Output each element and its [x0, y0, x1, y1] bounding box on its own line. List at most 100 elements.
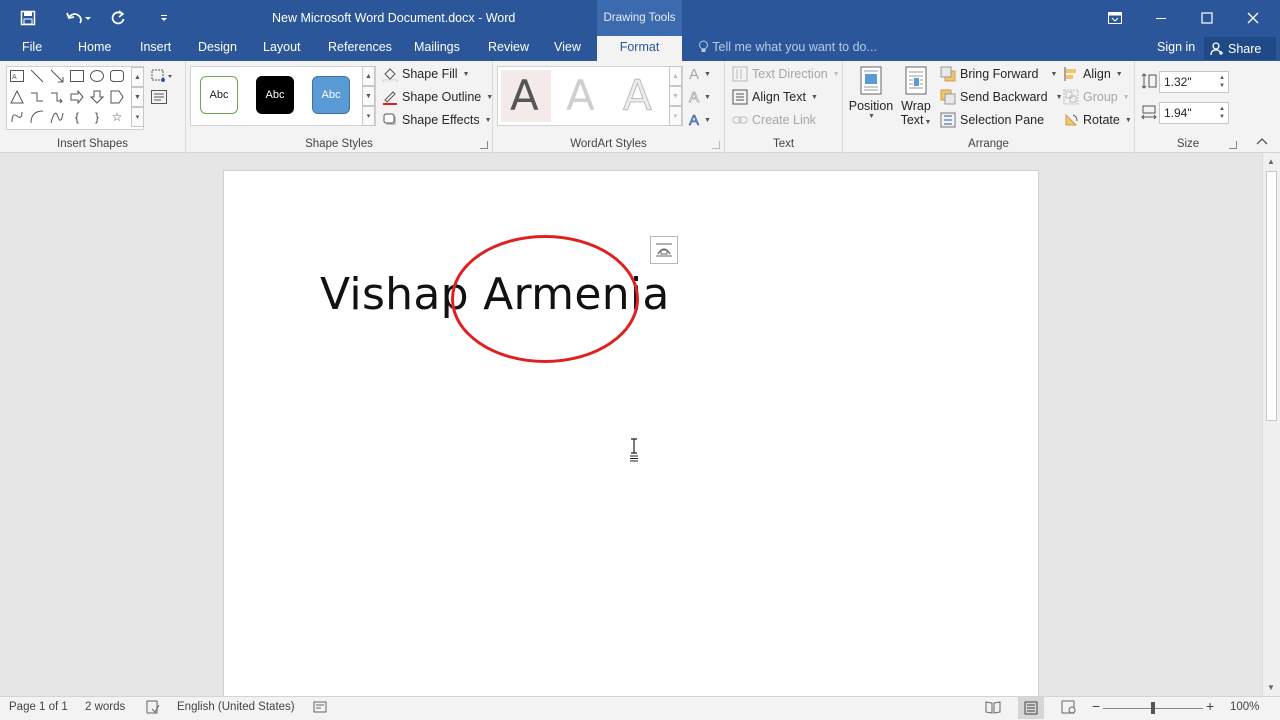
tab-layout[interactable]: Layout	[263, 36, 301, 61]
tab-mailings[interactable]: Mailings	[414, 36, 460, 61]
right-brace-shape-icon[interactable]: }	[89, 109, 105, 125]
tell-me-search[interactable]: Tell me what you want to do...	[698, 40, 877, 54]
wrap-text-button[interactable]: Wrap Text▼	[897, 66, 935, 127]
freeform-shape-icon[interactable]	[9, 109, 25, 125]
scroll-up-icon[interactable]: ▲	[1267, 157, 1275, 166]
group-button[interactable]: Group ▼	[1063, 87, 1130, 107]
edit-shape-icon[interactable]	[150, 68, 174, 84]
text-direction-button[interactable]: Text Direction ▼	[732, 64, 840, 84]
word-count[interactable]: 2 words	[85, 701, 125, 713]
bring-forward-button[interactable]: Bring Forward ▼	[940, 64, 1057, 84]
wordart-scroll-up-icon[interactable]: ▲	[669, 66, 682, 86]
down-arrow-shape-icon[interactable]	[89, 89, 105, 105]
elbow-connector-shape-icon[interactable]	[29, 89, 45, 105]
style-swatch-outline[interactable]: Abc	[200, 76, 238, 114]
line-shape-icon[interactable]	[29, 68, 45, 84]
customize-qat-icon[interactable]	[152, 6, 176, 30]
undo-icon[interactable]	[60, 6, 96, 30]
rotate-button[interactable]: Rotate ▼	[1063, 110, 1132, 130]
tab-file[interactable]: File	[22, 36, 42, 61]
shape-fill-button[interactable]: Shape Fill ▼	[382, 64, 470, 84]
shape-effects-button[interactable]: Shape Effects ▼	[382, 110, 492, 130]
tab-insert[interactable]: Insert	[140, 36, 171, 61]
draw-text-box-icon[interactable]	[150, 89, 168, 105]
maximize-icon[interactable]	[1184, 0, 1230, 36]
macro-recording-icon[interactable]	[313, 700, 327, 717]
triangle-shape-icon[interactable]	[9, 89, 25, 105]
rectangle-shape-icon[interactable]	[69, 68, 85, 84]
web-layout-icon[interactable]	[1061, 700, 1077, 717]
ribbon-display-icon[interactable]	[1092, 0, 1138, 36]
print-layout-icon[interactable]	[1018, 697, 1044, 719]
width-spin-icon[interactable]: ▲ ▼	[1219, 105, 1225, 121]
align-text-button[interactable]: Align Text ▼	[732, 87, 818, 107]
style-swatch-black[interactable]: Abc	[256, 76, 294, 114]
tab-home[interactable]: Home	[78, 36, 111, 61]
text-outline-button[interactable]: A ▼	[689, 87, 711, 107]
tab-format[interactable]: Format	[597, 36, 682, 61]
layout-options-icon[interactable]	[650, 236, 678, 264]
tab-review[interactable]: Review	[488, 36, 529, 61]
styles-more-icon[interactable]: ▾	[362, 106, 375, 126]
share-button[interactable]: Share	[1204, 37, 1276, 60]
vertical-scrollbar[interactable]: ▲ ▼	[1262, 153, 1280, 696]
gallery-scroll-up-icon[interactable]: ▲	[131, 67, 144, 87]
position-button[interactable]: Position ▼	[847, 66, 895, 120]
oval-shape-icon[interactable]	[89, 68, 105, 84]
collapse-ribbon-icon[interactable]	[1256, 137, 1268, 148]
elbow-arrow-shape-icon[interactable]	[49, 89, 65, 105]
styles-scroll-down-icon[interactable]: ▼	[362, 86, 375, 106]
zoom-level[interactable]: 100%	[1230, 701, 1259, 713]
wordart-style-1[interactable]: A	[510, 71, 539, 120]
page-count[interactable]: Page 1 of 1	[9, 701, 68, 713]
style-swatch-blue[interactable]: Abc	[312, 76, 350, 114]
gallery-scroll-down-icon[interactable]: ▼	[131, 87, 144, 107]
tab-design[interactable]: Design	[198, 36, 237, 61]
gallery-more-icon[interactable]: ▾	[131, 107, 144, 127]
shape-styles-launcher-icon[interactable]	[480, 141, 488, 149]
text-effects-button[interactable]: A ▼	[689, 110, 711, 130]
ellipse-shape[interactable]	[451, 235, 639, 363]
close-icon[interactable]	[1230, 0, 1276, 36]
minimize-icon[interactable]	[1138, 0, 1184, 36]
styles-scroll-up-icon[interactable]: ▲	[362, 66, 375, 86]
send-backward-button[interactable]: Send Backward ▼	[940, 87, 1063, 107]
wordart-style-2[interactable]: A	[566, 71, 595, 120]
wordart-scroll-down-icon[interactable]: ▼	[669, 86, 682, 106]
zoom-in-icon[interactable]: +	[1206, 698, 1214, 714]
scroll-thumb[interactable]	[1266, 171, 1277, 421]
curve-shape-icon[interactable]	[49, 109, 65, 125]
zoom-slider-thumb[interactable]	[1151, 702, 1155, 714]
tab-view[interactable]: View	[554, 36, 581, 61]
align-button[interactable]: Align ▼	[1063, 64, 1123, 84]
arrow-shape-icon[interactable]	[49, 68, 65, 84]
rounded-rectangle-shape-icon[interactable]	[109, 68, 125, 84]
zoom-out-icon[interactable]: −	[1092, 698, 1100, 714]
sign-in-link[interactable]: Sign in	[1157, 40, 1195, 54]
shape-height-input[interactable]: 1.32" ▲ ▼	[1159, 71, 1229, 93]
star-shape-icon[interactable]: ☆	[109, 109, 125, 125]
scroll-down-icon[interactable]: ▼	[1267, 683, 1275, 692]
wordart-launcher-icon[interactable]	[712, 141, 720, 149]
height-spin-icon[interactable]: ▲ ▼	[1219, 74, 1225, 90]
wordart-more-icon[interactable]: ▾	[669, 106, 682, 126]
text-box-shape-icon[interactable]: A	[9, 68, 25, 84]
read-mode-icon[interactable]	[985, 700, 1001, 717]
save-icon[interactable]	[16, 6, 40, 30]
arc-shape-icon[interactable]	[29, 109, 45, 125]
create-link-button[interactable]: Create Link	[732, 110, 816, 130]
shape-width-input[interactable]: 1.94" ▲ ▼	[1159, 102, 1229, 124]
language-indicator[interactable]: English (United States)	[177, 701, 295, 713]
selection-pane-button[interactable]: Selection Pane	[940, 110, 1044, 130]
document-page[interactable]: Vishap Armenia	[223, 170, 1039, 696]
right-arrow-shape-icon[interactable]	[69, 89, 85, 105]
redo-icon[interactable]	[106, 6, 130, 30]
proofing-icon[interactable]	[146, 700, 160, 717]
shape-outline-button[interactable]: Shape Outline ▼	[382, 87, 493, 107]
left-brace-shape-icon[interactable]: {	[69, 109, 85, 125]
flowchart-shape-icon[interactable]	[109, 89, 125, 105]
text-fill-button[interactable]: A ▼	[689, 64, 711, 84]
size-launcher-icon[interactable]	[1229, 141, 1237, 149]
wordart-style-3[interactable]: A	[623, 71, 653, 121]
tab-references[interactable]: References	[328, 36, 392, 61]
